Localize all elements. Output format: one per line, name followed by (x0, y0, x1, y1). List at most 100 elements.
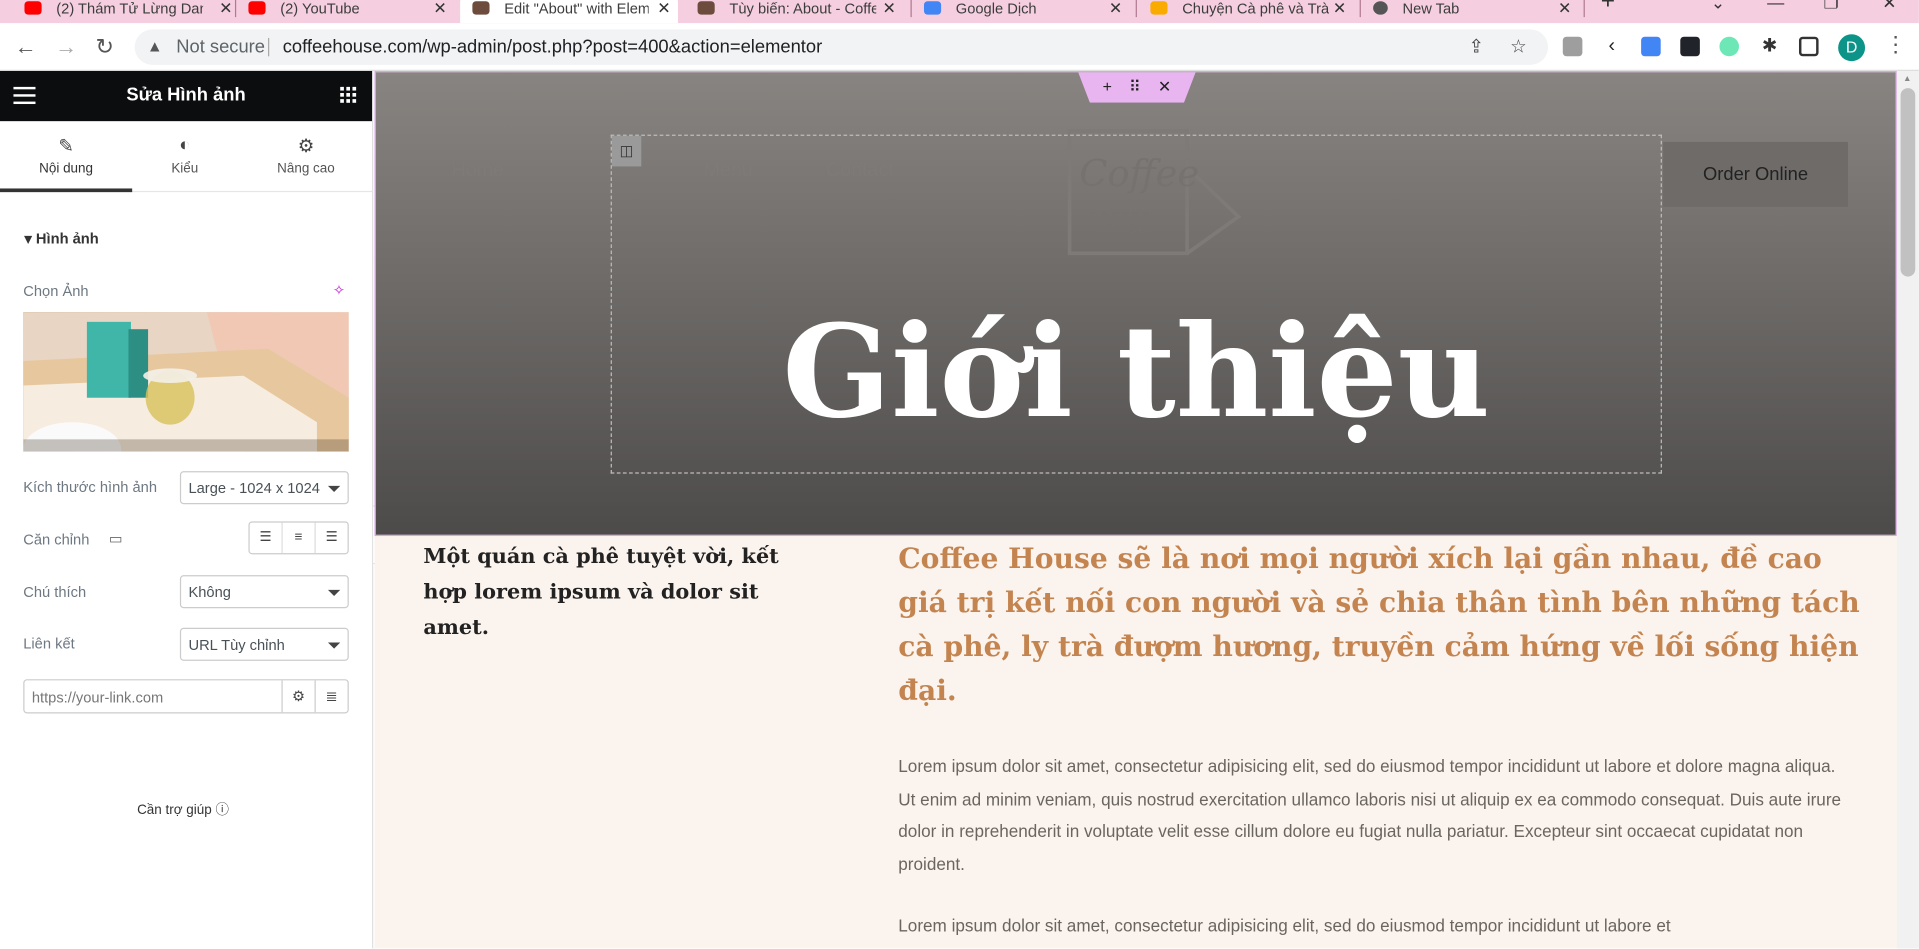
hero-section[interactable]: + ⠿ ✕ Home Menu Contact Coffee COFFEE HO… (374, 70, 1897, 537)
scrollbar-thumb[interactable] (1900, 88, 1916, 277)
address-bar[interactable]: ▲ Not secure coffeehouse.com/wp-admin/po… (134, 29, 1549, 65)
close-tab-icon[interactable]: ✕ (219, 0, 232, 18)
widgets-grid-icon[interactable] (340, 86, 357, 103)
image-size-label: Kích thước hình ảnh (23, 478, 158, 496)
column-edit-icon[interactable]: ◫ (611, 135, 642, 167)
panel-header: Sửa Hình ảnh (0, 70, 373, 122)
image-size-select[interactable]: Large - 1024 x 1024 (179, 471, 349, 505)
google-translate-icon (923, 1, 942, 15)
contrast-icon: ◐ (179, 134, 191, 156)
close-window-icon[interactable]: ✕ (1882, 0, 1896, 13)
section-toggle-image[interactable]: ▾ Hình ảnh (24, 230, 98, 247)
link-label: Liên kết (23, 635, 75, 653)
align-control: ☰ ≡ ☰ (248, 521, 349, 555)
close-tab-icon[interactable]: ✕ (1558, 0, 1571, 18)
dynamic-tags-database-icon[interactable]: ≣ (314, 680, 348, 713)
url-text[interactable]: coffeehouse.com/wp-admin/post.php?post=4… (283, 37, 823, 58)
browser-tab[interactable]: Tùy biến: About - Coffee ✕ (697, 0, 896, 23)
share-icon[interactable]: ⇪ (1469, 35, 1484, 58)
browser-tab[interactable]: New Tab ✕ (1373, 0, 1571, 23)
question-circle-icon: ⓘ (215, 802, 229, 818)
translate-extension-icon[interactable] (1641, 36, 1661, 57)
profile-avatar[interactable]: D (1838, 34, 1866, 62)
chevron-down-icon (327, 642, 341, 649)
add-section-icon[interactable]: + (1103, 77, 1112, 103)
youtube-icon (248, 1, 266, 15)
desktop-device-icon[interactable]: ▭ (109, 530, 123, 547)
warning-icon[interactable]: ▲ (147, 37, 163, 55)
new-tab-button[interactable]: + (1601, 0, 1615, 16)
react-devtools-icon[interactable] (1680, 36, 1700, 57)
extension-circle-icon[interactable] (1719, 36, 1740, 57)
extension-arrow-icon[interactable]: ‹ (1601, 36, 1622, 57)
browser-tab-strip: (2) Thám Tử Lừng Danh ✕ (2) YouTube ✕ Edit… (0, 0, 1919, 24)
side-text[interactable]: Một quán cà phê tuyệt vời, kết hợp lorem… (423, 540, 790, 646)
delete-section-icon[interactable]: ✕ (1158, 77, 1171, 103)
screen: (2) Thám Tử Lừng Danh ✕ (2) YouTube ✕ Edit… (0, 0, 1919, 949)
bookmark-star-icon[interactable]: ☆ (1510, 35, 1526, 58)
tab-search-icon[interactable]: ⌄ (1711, 0, 1725, 13)
order-online-button[interactable]: Order Online (1663, 141, 1848, 207)
align-label: Căn chỉnh (23, 531, 90, 549)
link-options-gear-icon[interactable]: ⚙ (281, 680, 314, 713)
close-tab-icon[interactable]: ✕ (1333, 0, 1346, 18)
caption-label: Chú thích (23, 583, 87, 601)
tab-style[interactable]: ◐ Kiểu (119, 121, 251, 192)
back-icon[interactable]: ← (15, 34, 37, 58)
caption-select[interactable]: Không (179, 575, 349, 609)
site-favicon-icon (472, 1, 490, 15)
close-tab-icon[interactable]: ✕ (1109, 0, 1122, 18)
tab-content[interactable]: ✎ Nội dung (0, 121, 133, 193)
align-right-icon[interactable]: ☰ (316, 523, 348, 554)
extension-icon[interactable] (1562, 36, 1583, 57)
align-left-icon[interactable]: ☰ (250, 522, 283, 554)
lead-text[interactable]: Coffee House sẽ là nơi mọi người xích lạ… (898, 537, 1865, 713)
body-paragraph-1[interactable]: Lorem ipsum dolor sit amet, consectetur … (898, 750, 1853, 880)
body-paragraph-2[interactable]: Lorem ipsum dolor sit amet, consectetur … (898, 909, 1853, 941)
align-center-icon[interactable]: ≡ (283, 522, 316, 554)
minimize-icon[interactable]: — (1767, 0, 1784, 12)
ghost-nav-home: Home (451, 160, 504, 182)
extensions-puzzle-icon[interactable]: ✱ (1759, 36, 1780, 57)
browser-toolbar: ← → ↻ ▲ Not secure coffeehouse.com/wp-ad… (0, 23, 1919, 71)
gear-icon: ⚙ (297, 135, 315, 157)
browser-tab-active[interactable]: Edit "About" with Elementor✕ (460, 0, 678, 24)
panel-title: Sửa Hình ảnh (126, 84, 246, 106)
maximize-icon[interactable]: ❐ (1823, 0, 1838, 13)
chevron-down-icon (327, 589, 341, 596)
scroll-up-icon[interactable]: ▲ (1903, 75, 1911, 84)
elementor-panel: Sửa Hình ảnh ✎ Nội dung ◐ Kiểu ⚙ Nâng cao ▾… (0, 70, 374, 949)
chrome-icon (1373, 1, 1388, 15)
panel-tabs: ✎ Nội dung ◐ Kiểu ⚙ Nâng cao (0, 121, 373, 193)
browser-tab[interactable]: Google Dịch ✕ (923, 0, 1122, 23)
close-tab-icon[interactable]: ✕ (433, 0, 446, 18)
help-link[interactable]: Cần trợ giúp ⓘ (137, 799, 229, 819)
close-tab-icon[interactable]: ✕ (657, 0, 670, 18)
chevron-down-icon (327, 485, 341, 492)
side-panel-icon[interactable] (1798, 36, 1819, 57)
pencil-icon: ✎ (58, 135, 74, 157)
youtube-icon (24, 1, 42, 15)
browser-tab[interactable]: (2) YouTube ✕ (248, 0, 447, 23)
hero-title[interactable]: Giới thiệu (611, 308, 1662, 435)
drag-handle-icon[interactable]: ⠿ (1129, 77, 1141, 103)
canvas-scrollbar[interactable]: ▲ (1896, 70, 1919, 949)
tab-advanced[interactable]: ⚙ Nâng cao (240, 121, 372, 192)
image-preview[interactable] (23, 312, 349, 452)
section-handle[interactable]: + ⠿ ✕ (1078, 72, 1196, 103)
browser-tab[interactable]: (2) Thám Tử Lừng Danh ✕ (24, 0, 233, 23)
reload-icon[interactable]: ↻ (95, 34, 113, 58)
forward-icon[interactable]: → (55, 34, 77, 58)
browser-tab[interactable]: Chuyện Cà phê và Trà ✕ (1150, 0, 1346, 23)
ai-sparkle-icon[interactable]: ✧ (333, 281, 345, 298)
document-icon (1150, 1, 1168, 15)
url-input[interactable]: https://your-link.com ⚙ ≣ (23, 679, 349, 714)
not-secure-label[interactable]: Not secure (176, 37, 265, 58)
choose-image-label: Chọn Ảnh (23, 282, 89, 300)
site-favicon-icon (697, 1, 715, 15)
tea-photo-image (23, 312, 349, 452)
close-tab-icon[interactable]: ✕ (882, 0, 895, 18)
menu-kebab-icon[interactable]: ⋮ (1885, 32, 1907, 56)
preview-canvas: + ⠿ ✕ Home Menu Contact Coffee COFFEE HO… (374, 70, 1897, 949)
link-select[interactable]: URL Tùy chỉnh (179, 627, 349, 661)
